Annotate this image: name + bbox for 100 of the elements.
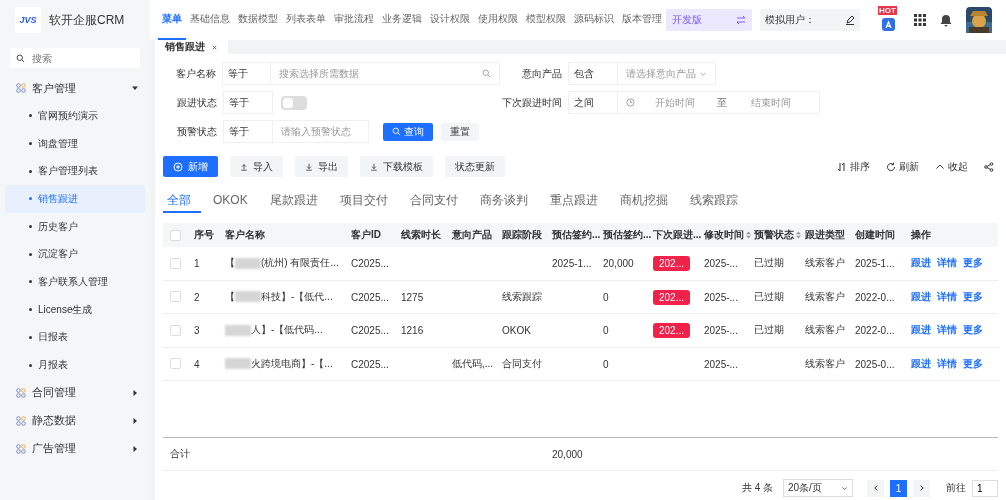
action-link[interactable]: 更多 [963,289,983,304]
action-link[interactable]: 更多 [963,323,983,338]
next-page-button[interactable] [913,479,930,497]
menu-item[interactable]: 客户联系人管理 [5,268,145,296]
table-cell: 2 [194,291,200,303]
status-tab[interactable]: 合同支付 [405,189,468,213]
date-badge: 202... [653,256,691,272]
menu-item[interactable]: 询盘管理 [5,129,145,158]
action-link[interactable]: 详情 [937,323,957,338]
filter-label: 预警状态 [176,124,218,139]
menu-group[interactable]: 静态数据 [0,406,150,435]
menu-item[interactable]: 历史客户 [5,212,145,241]
operator-select[interactable]: 之间 [568,91,618,114]
toolbar-button[interactable]: 状态更新 [445,156,505,177]
mock-user-field[interactable]: 模拟用户： [760,9,860,31]
sort-caret-icon[interactable] [746,231,751,239]
action-link[interactable]: 跟进 [911,323,931,338]
filter-label: 意向产品 [521,66,563,81]
table-cell: 1216 [401,325,424,337]
apps-icon [16,443,26,454]
nav-tab[interactable]: 数据模型 [234,0,282,40]
table-cell: 2025-1... [552,258,592,270]
action-link[interactable]: 详情 [937,289,957,304]
action-link[interactable]: 详情 [937,356,957,371]
operator-select[interactable]: 等于 [223,120,273,143]
page-tab[interactable]: 销售跟进 [155,40,228,54]
toolbar-button[interactable]: 导入 [230,156,283,177]
toggle-switch[interactable] [281,95,307,110]
toolbar-button[interactable]: 新增 [163,156,218,177]
action-link[interactable]: 更多 [963,356,983,371]
checkbox[interactable] [170,291,181,303]
nav-tab[interactable]: 模型权限 [522,0,570,40]
checkbox[interactable] [170,229,181,241]
menu-group[interactable]: 客户管理 [0,74,150,102]
table-cell: C2025... [351,291,389,303]
checkbox[interactable] [170,257,181,269]
page-size-select[interactable]: 20条/页 [783,479,853,497]
query-button[interactable]: 查询 [383,122,433,141]
search-field[interactable]: 搜索 [10,48,140,68]
menu-item[interactable]: 沉淀客户 [5,240,145,269]
column-header: 预警状态 [754,228,794,242]
nav-tab[interactable]: 审批流程 [330,0,378,40]
nav-tab[interactable]: 设计权限 [426,0,474,40]
table-cell: C2025... [351,258,389,270]
nav-tab[interactable]: 源码标识 [570,0,618,40]
reset-button[interactable]: 重置 [441,122,479,141]
status-tab[interactable]: 全部 [163,189,201,213]
page-button[interactable]: 1 [890,479,907,497]
table-cell: 4 [194,358,200,370]
table-cell: 0 [603,291,609,303]
table-cell: 0 [603,325,609,337]
page-input[interactable]: 1 [972,479,998,497]
sort-caret-icon[interactable] [796,231,801,239]
toolbar-button[interactable]: 排序 [837,159,870,174]
menu-group[interactable]: 广告管理 [0,434,150,463]
table-cell: 0 [603,358,609,370]
toolbar-button[interactable]: 刷新 [886,159,919,174]
menu-item[interactable]: 客户管理列表 [5,157,145,186]
status-tab[interactable]: 商机挖掘 [615,189,678,213]
nav-tab[interactable]: 业务逻辑 [378,0,426,40]
grid-icon[interactable] [914,14,926,26]
status-tab[interactable]: OKOK [209,189,258,213]
action-link[interactable]: 跟进 [911,256,931,271]
menu-item[interactable]: 官网预约演示 [5,102,145,130]
bell-icon[interactable] [940,13,952,27]
action-link[interactable]: 跟进 [911,289,931,304]
prev-page-button[interactable] [867,479,884,497]
table-cell: 已过期 [754,257,784,269]
toolbar-button[interactable]: 收起 [935,159,968,174]
nav-tab[interactable]: 基础信息 [186,0,234,40]
menu-group[interactable]: 合同管理 [0,378,150,407]
nav-tab[interactable]: 使用权限 [474,0,522,40]
status-tab[interactable]: 尾款跟进 [265,189,328,213]
status-tab[interactable]: 线索跟踪 [685,189,748,213]
menu-item[interactable]: 销售跟进 [5,185,145,213]
toolbar-button[interactable]: 导出 [295,156,348,177]
nav-tab[interactable]: 列表表单 [282,0,330,40]
status-tab[interactable]: 重点跟进 [545,189,608,213]
checkbox[interactable] [170,358,181,370]
toolbar-button[interactable]: 下载模板 [360,156,433,177]
status-tab[interactable]: 项目交付 [335,189,398,213]
operator-select[interactable]: 等于 [223,91,273,114]
table-cell: 1275 [401,291,424,303]
operator-select[interactable]: 包含 [568,62,618,85]
menu-item[interactable]: 日报表 [5,323,145,352]
operator-select[interactable]: 等于 [221,62,272,85]
table-cell: C2025... [351,325,389,337]
table-cell: 已过期 [754,290,784,302]
action-link[interactable]: 更多 [963,256,983,271]
action-link[interactable]: 跟进 [911,356,931,371]
status-tab[interactable]: 商务谈判 [475,189,538,213]
action-link[interactable]: 详情 [937,256,957,271]
checkbox[interactable] [170,324,181,336]
table-cell: 【 [225,256,235,271]
menu-item[interactable]: 月报表 [5,351,145,379]
edition-select[interactable]: 开发版 [666,9,752,31]
caret-right-icon [132,445,138,452]
menu-item[interactable]: License生成 [5,295,145,324]
nav-tab[interactable]: 版本管理 [618,0,666,40]
date-range-field[interactable]: 开始时间 至 结束时间 [618,91,820,114]
